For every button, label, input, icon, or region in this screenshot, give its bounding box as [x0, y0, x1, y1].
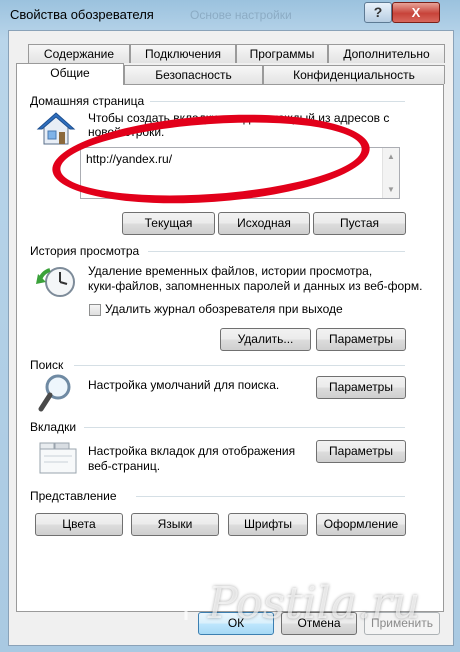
home-page-description-line2: новой строки.	[88, 125, 165, 139]
delete-history-on-exit-label[interactable]: Удалить журнал обозревателя при выходе	[105, 301, 343, 317]
window-title: Свойства обозревателя	[10, 7, 154, 22]
tab-programs[interactable]: Программы	[236, 44, 328, 63]
tabs-settings-button[interactable]: Параметры	[316, 440, 406, 463]
pin-watermark-icon	[175, 587, 197, 620]
tabs-description-line1: Настройка вкладок для отображения	[88, 444, 296, 458]
history-divider	[148, 251, 405, 252]
home-page-url-field[interactable]: http://yandex.ru/ ▲ ▼	[80, 147, 400, 199]
tabs-group-label: Вкладки	[30, 420, 83, 434]
tab-advanced[interactable]: Дополнительно	[328, 44, 445, 63]
background-window-title: Основе настройки	[190, 8, 292, 22]
accessibility-button[interactable]: Оформление	[316, 513, 406, 536]
appearance-group-label: Представление	[30, 489, 123, 503]
search-divider	[74, 365, 405, 366]
close-button[interactable]: X	[392, 2, 440, 23]
tab-content[interactable]: Содержание	[28, 44, 130, 63]
search-description: Настройка умолчаний для поиска.	[88, 378, 280, 392]
appearance-divider	[136, 496, 405, 497]
help-button[interactable]: ?	[364, 2, 392, 23]
history-description-line2: куки-файлов, запомненных паролей и данны…	[88, 279, 423, 293]
home-page-group-label: Домашняя страница	[30, 94, 151, 108]
fonts-button[interactable]: Шрифты	[228, 513, 308, 536]
tab-privacy[interactable]: Конфиденциальность	[263, 65, 445, 84]
tabs-divider	[84, 427, 405, 428]
history-description-line1: Удаление временных файлов, истории просм…	[88, 264, 373, 278]
title-bar[interactable]: Свойства обозревателя Основе настройки ?…	[0, 0, 460, 30]
history-settings-button[interactable]: Параметры	[316, 328, 406, 351]
tabs-icon	[39, 442, 77, 474]
url-field-scrollbar[interactable]: ▲ ▼	[382, 148, 399, 198]
tabs-description-line2: веб-страниц.	[88, 459, 161, 473]
use-current-button[interactable]: Текущая	[122, 212, 215, 235]
watermark-text: Postila.ru	[208, 578, 421, 629]
tab-security[interactable]: Безопасность	[124, 65, 263, 84]
use-default-button[interactable]: Исходная	[218, 212, 310, 235]
search-group-label: Поиск	[30, 358, 70, 372]
home-page-url-value: http://yandex.ru/	[86, 152, 173, 166]
delete-history-on-exit-checkbox[interactable]	[89, 304, 101, 316]
tab-general[interactable]: Общие	[16, 63, 124, 85]
home-page-divider	[140, 101, 405, 102]
languages-button[interactable]: Языки	[131, 513, 219, 536]
search-settings-button[interactable]: Параметры	[316, 376, 406, 399]
scroll-down-icon[interactable]: ▼	[387, 185, 395, 194]
delete-history-button[interactable]: Удалить...	[220, 328, 311, 351]
history-group-label: История просмотра	[30, 244, 146, 258]
use-blank-button[interactable]: Пустая	[313, 212, 406, 235]
scroll-up-icon[interactable]: ▲	[387, 152, 395, 161]
tab-connections[interactable]: Подключения	[130, 44, 236, 63]
magnifier-icon	[38, 374, 71, 412]
history-clock-icon	[36, 267, 75, 297]
colors-button[interactable]: Цвета	[35, 513, 123, 536]
house-icon	[36, 112, 76, 145]
